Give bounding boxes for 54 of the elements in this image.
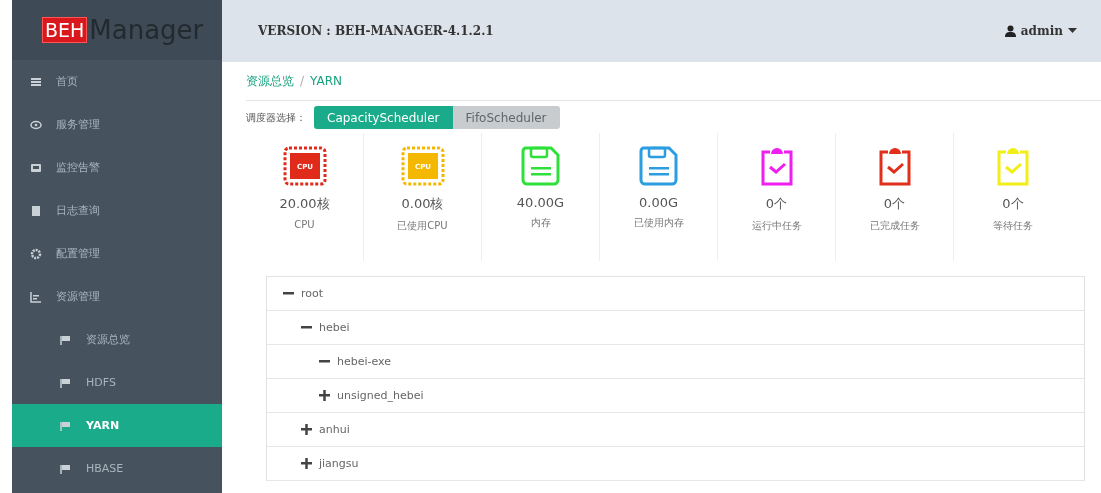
stat-label: 已完成任务 [869,219,920,233]
flag-icon [60,462,72,475]
monitor-icon [30,161,42,174]
breadcrumb-item: YARN [310,74,342,88]
version-text: VERSION : BEH-MANAGER-4.1.2.1 [258,24,494,38]
flag-icon [60,333,72,346]
chart-icon [30,290,42,303]
breadcrumb-item[interactable]: 资源总览 [246,72,294,90]
eye-icon [30,118,42,131]
tree-node-label[interactable]: jiangsu [319,457,359,470]
stat-label: 内存 [530,216,551,230]
sidebar-item[interactable]: 监控告警 [12,146,222,189]
tree-node-label[interactable]: hebei-exe [337,355,392,368]
logo-badge: BEH [42,17,88,43]
breadcrumb-separator: / [300,74,305,88]
user-menu[interactable]: admin [1004,24,1077,38]
user-icon [1004,25,1016,37]
stat-value: 0个 [883,195,906,213]
tree-node-label[interactable]: anhui [319,423,350,436]
tree-node-label[interactable]: hebei [319,321,350,334]
sidebar-item[interactable]: 首页 [12,60,222,103]
sidebar-subitem[interactable]: YARN [12,404,222,447]
tree-node-label[interactable]: root [301,287,324,300]
sidebar-subitem[interactable]: 资源总览 [12,318,222,361]
scheduler-option[interactable]: FifoScheduler [452,106,560,129]
scheduler-option[interactable]: CapacityScheduler [314,106,453,129]
stat-value: 0个 [765,195,788,213]
caret-icon [1068,28,1077,34]
tree-node-label[interactable]: unsigned_hebei [337,389,424,402]
stat-label: 等待任务 [993,219,1033,233]
stat-value: 40.00G [516,195,565,210]
sidebar-subitem[interactable]: HBASE [12,447,222,490]
stat-label: 运行中任务 [751,219,802,233]
sidebar-item[interactable]: 日志查询 [12,189,222,232]
stat-value: 0个 [1002,195,1024,213]
plus-icon[interactable] [319,390,330,401]
scheduler-label: 调度器选择： [246,110,306,125]
plus-icon[interactable] [301,424,312,435]
sidebar-subitem[interactable]: HDFS [12,361,222,404]
sidebar-item[interactable]: 资源管理 [12,275,222,318]
stat-value: 0.00核 [401,195,444,213]
sidebar-item[interactable]: 配置管理 [12,232,222,275]
stat-value: 0.00G [639,195,678,210]
book-icon [30,204,42,217]
flag-icon [60,419,72,432]
sidebar-item[interactable]: 服务管理 [12,103,222,146]
plus-icon[interactable] [301,458,312,469]
stat-label: CPU [294,219,315,230]
stat-value: 20.00核 [279,195,330,213]
flag-icon [60,376,72,389]
stat-label: 已使用内存 [633,216,684,230]
stat-label: 已使用CPU [397,219,448,233]
gear-icon [30,247,42,260]
list-icon [30,75,42,88]
